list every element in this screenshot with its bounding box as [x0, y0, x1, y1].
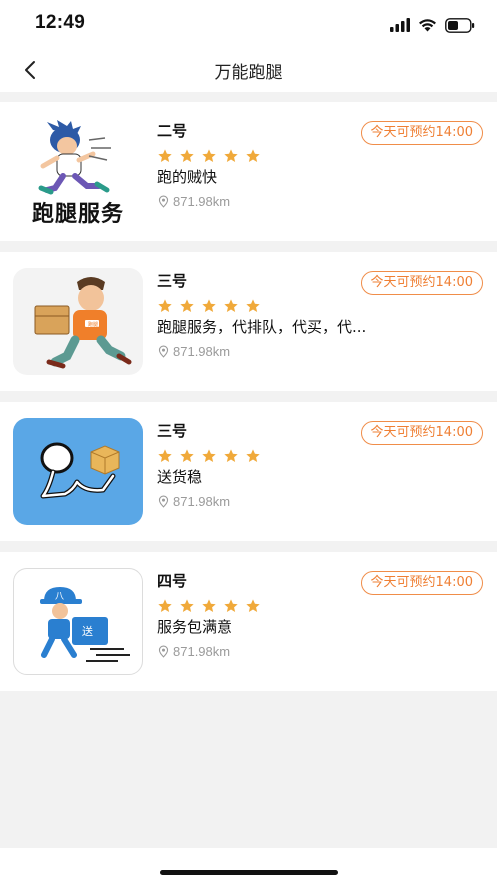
star-icon — [224, 449, 238, 462]
rating-stars — [157, 598, 261, 614]
star-icon — [202, 449, 216, 462]
battery-icon — [445, 17, 475, 33]
location-pin-icon — [158, 195, 169, 208]
distance: 871.98km — [157, 494, 230, 509]
location-pin-icon — [158, 345, 169, 358]
service-description: 跑的贼快 — [157, 168, 218, 186]
star-icon — [246, 149, 260, 162]
service-name: 二号 — [157, 122, 188, 140]
availability-badge[interactable]: 今天可预约14:00 — [360, 121, 483, 145]
star-icon — [180, 599, 194, 612]
helmet-mark: 八 — [55, 592, 64, 602]
delivery-app-icon — [40, 442, 120, 499]
distance: 871.98km — [157, 344, 230, 359]
service-thumbnail — [13, 418, 143, 525]
service-name: 四号 — [157, 572, 188, 590]
availability-badge[interactable]: 今天可预约14:00 — [360, 421, 483, 445]
thumbnail-caption: 跑腿服务 — [31, 202, 124, 225]
star-icon — [158, 599, 172, 612]
service-thumbnail: 跑腿服务 — [13, 118, 143, 225]
courier-illustration: 跑腿 — [34, 277, 132, 369]
status-time: 12:49 — [35, 12, 86, 33]
star-icon — [202, 599, 216, 612]
service-thumbnail: 跑腿 — [13, 268, 143, 375]
availability-badge[interactable]: 今天可预约14:00 — [360, 271, 483, 295]
availability-badge[interactable]: 今天可预约14:00 — [360, 571, 483, 595]
rating-stars — [157, 148, 261, 164]
star-icon — [246, 449, 260, 462]
page-title: 万能跑腿 — [214, 63, 283, 83]
distance-value: 871.98km — [173, 494, 231, 509]
shirt-label: 跑腿 — [88, 321, 98, 328]
rating-stars — [157, 298, 261, 314]
star-icon — [158, 449, 172, 462]
distance-value: 871.98km — [173, 344, 231, 359]
distance-value: 871.98km — [173, 644, 231, 659]
star-icon — [158, 149, 172, 162]
service-card[interactable]: 跑腿服务 二号 跑的贼快 871.98km 今天可预约14:00 — [0, 102, 497, 241]
service-list: 跑腿服务 二号 跑的贼快 871.98km 今天可预约14:00 跑腿 三号 跑… — [0, 102, 497, 702]
star-icon — [224, 299, 238, 312]
status-bar: 12:49 — [0, 0, 497, 48]
star-icon — [158, 299, 172, 312]
service-description: 跑腿服务，代排队，代买，代... — [157, 318, 367, 336]
star-icon — [246, 299, 260, 312]
signal-icon — [390, 18, 410, 32]
service-description: 送货稳 — [157, 468, 203, 486]
service-description: 服务包满意 — [157, 618, 233, 636]
location-pin-icon — [158, 495, 169, 508]
service-card[interactable]: 三号 送货稳 871.98km 今天可预约14:00 — [0, 402, 497, 541]
star-icon — [180, 149, 194, 162]
star-icon — [180, 449, 194, 462]
star-icon — [224, 599, 238, 612]
distance: 871.98km — [157, 644, 230, 659]
system-icons — [390, 16, 475, 34]
service-thumbnail: 八 送 — [13, 568, 143, 675]
wifi-icon — [419, 19, 436, 32]
star-icon — [202, 149, 216, 162]
rating-stars — [157, 448, 261, 464]
star-icon — [180, 299, 194, 312]
home-indicator[interactable] — [160, 870, 338, 875]
service-card[interactable]: 跑腿 三号 跑腿服务，代排队，代买，代... 871.98km 今天可预约14:… — [0, 252, 497, 391]
bottom-safe-area — [0, 848, 497, 883]
box-label: 送 — [82, 624, 93, 638]
star-icon — [202, 299, 216, 312]
distance: 871.98km — [157, 194, 230, 209]
delivery-rider-logo: 八 送 — [40, 587, 130, 662]
star-icon — [246, 599, 260, 612]
nav-bar: 万能跑腿 — [0, 48, 497, 92]
star-icon — [224, 149, 238, 162]
service-card[interactable]: 八 送 四号 服务包满意 871.98km 今天可预约14:00 — [0, 552, 497, 691]
service-name: 三号 — [157, 422, 188, 440]
location-pin-icon — [158, 645, 169, 658]
distance-value: 871.98km — [173, 194, 231, 209]
service-name: 三号 — [157, 272, 188, 290]
